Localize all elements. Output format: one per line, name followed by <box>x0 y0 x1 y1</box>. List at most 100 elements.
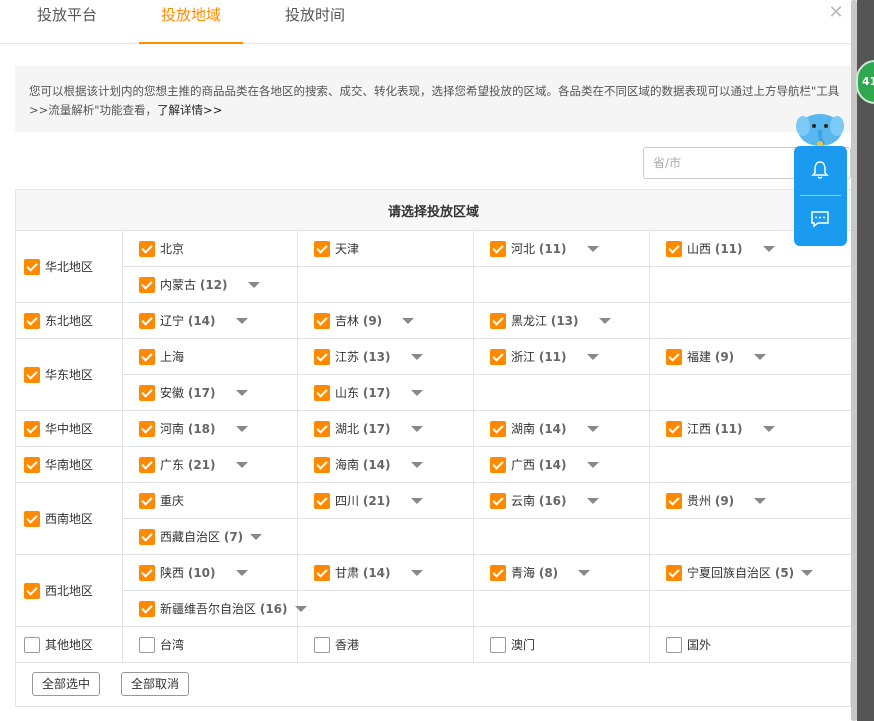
province-checkbox[interactable] <box>139 564 155 581</box>
region-checkbox[interactable] <box>24 420 40 437</box>
province-checkbox[interactable] <box>314 384 330 401</box>
province-checkbox[interactable] <box>314 312 330 329</box>
chevron-down-icon[interactable] <box>235 317 248 324</box>
province-checkbox[interactable] <box>314 240 330 257</box>
province-label: 澳门 <box>511 638 536 652</box>
chevron-down-icon[interactable] <box>402 317 415 324</box>
chevron-down-icon[interactable] <box>586 245 599 252</box>
province-checkbox[interactable] <box>314 420 330 437</box>
province-checkbox[interactable] <box>314 564 330 581</box>
chevron-down-icon[interactable] <box>578 569 591 576</box>
chevron-down-icon[interactable] <box>410 425 423 432</box>
region-checkbox[interactable] <box>24 636 40 653</box>
province-checkbox[interactable] <box>139 528 155 545</box>
province-cell: 湖南 (14) <box>473 410 650 447</box>
chevron-down-icon[interactable] <box>410 497 423 504</box>
province-checkbox[interactable] <box>139 636 155 653</box>
city-count: (13) <box>550 314 579 328</box>
region-checkbox[interactable] <box>24 258 40 275</box>
province-checkbox[interactable] <box>139 276 155 293</box>
empty-cell <box>473 518 650 555</box>
province-checkbox[interactable] <box>666 240 682 257</box>
region-checkbox[interactable] <box>24 312 40 329</box>
province-checkbox[interactable] <box>666 636 682 653</box>
chevron-down-icon[interactable] <box>235 461 248 468</box>
region-checkbox[interactable] <box>24 582 40 599</box>
tab-region[interactable]: 投放地域 <box>139 0 243 44</box>
province-checkbox[interactable] <box>314 492 330 509</box>
chevron-down-icon[interactable] <box>586 353 599 360</box>
city-count: (5) <box>774 566 795 580</box>
city-count: (14) <box>538 422 567 436</box>
city-count: (9) <box>714 494 735 508</box>
province-checkbox[interactable] <box>666 420 682 437</box>
region-checkbox[interactable] <box>24 366 40 383</box>
chevron-down-icon[interactable] <box>754 353 767 360</box>
province-checkbox[interactable] <box>490 636 506 653</box>
chevron-down-icon[interactable] <box>247 281 260 288</box>
city-count: (14) <box>187 314 216 328</box>
learn-more-link[interactable]: 了解详情>> <box>157 103 222 117</box>
chevron-down-icon[interactable] <box>598 317 611 324</box>
province-checkbox[interactable] <box>666 492 682 509</box>
select-all-button[interactable]: 全部选中 <box>32 672 101 696</box>
chevron-down-icon[interactable] <box>586 497 599 504</box>
close-icon[interactable]: ✕ <box>826 3 846 23</box>
city-count: (12) <box>199 278 228 292</box>
province-checkbox[interactable] <box>314 636 330 653</box>
chevron-down-icon[interactable] <box>294 605 307 612</box>
chevron-down-icon[interactable] <box>235 389 248 396</box>
province-label: 吉林 (9) <box>335 314 383 328</box>
region-checkbox[interactable] <box>24 510 40 527</box>
chevron-down-icon[interactable] <box>250 533 263 540</box>
province-checkbox[interactable] <box>490 312 506 329</box>
province-checkbox[interactable] <box>139 420 155 437</box>
chevron-down-icon[interactable] <box>586 461 599 468</box>
chat-icon[interactable] <box>810 210 830 228</box>
province-checkbox[interactable] <box>666 564 682 581</box>
chevron-down-icon[interactable] <box>410 353 423 360</box>
province-checkbox[interactable] <box>139 492 155 509</box>
province-checkbox[interactable] <box>139 312 155 329</box>
province-checkbox[interactable] <box>490 420 506 437</box>
province-checkbox[interactable] <box>139 456 155 473</box>
tab-time[interactable]: 投放时间 <box>270 0 360 44</box>
empty-cell <box>473 374 650 411</box>
region-row: 华北地区 北京 天津 河北 (11) 山西 (11) <box>15 230 853 303</box>
region-cell: 华北地区 <box>15 230 123 303</box>
chevron-down-icon[interactable] <box>410 461 423 468</box>
chevron-down-icon[interactable] <box>410 389 423 396</box>
chevron-down-icon[interactable] <box>410 569 423 576</box>
province-checkbox[interactable] <box>490 240 506 257</box>
province-checkbox[interactable] <box>139 384 155 401</box>
chevron-down-icon[interactable] <box>235 569 248 576</box>
region-checkbox[interactable] <box>24 456 40 473</box>
province-checkbox[interactable] <box>666 348 682 365</box>
province-checkbox[interactable] <box>314 348 330 365</box>
province-label: 山西 (11) <box>687 242 743 256</box>
province-checkbox[interactable] <box>490 456 506 473</box>
province-checkbox[interactable] <box>490 348 506 365</box>
chevron-down-icon[interactable] <box>586 425 599 432</box>
province-cell: 安徽 (17) <box>122 374 298 411</box>
province-checkbox[interactable] <box>314 456 330 473</box>
province-checkbox[interactable] <box>139 600 155 617</box>
chevron-down-icon[interactable] <box>801 569 814 576</box>
province-checkbox[interactable] <box>490 564 506 581</box>
province-cell: 江苏 (13) <box>297 338 474 375</box>
chevron-down-icon[interactable] <box>762 425 775 432</box>
province-checkbox[interactable] <box>139 348 155 365</box>
deselect-all-button[interactable]: 全部取消 <box>121 672 190 696</box>
panel-divider <box>800 195 841 196</box>
province-checkbox[interactable] <box>139 240 155 257</box>
province-checkbox[interactable] <box>490 492 506 509</box>
bell-icon[interactable] <box>811 160 829 180</box>
region-cell: 西北地区 <box>15 554 123 627</box>
chevron-down-icon[interactable] <box>762 245 775 252</box>
province-label: 甘肃 (14) <box>335 566 391 580</box>
tab-platform[interactable]: 投放平台 <box>22 0 112 44</box>
chevron-down-icon[interactable] <box>235 425 248 432</box>
city-count: (18) <box>187 422 216 436</box>
province-cell: 广东 (21) <box>122 446 298 483</box>
chevron-down-icon[interactable] <box>754 497 767 504</box>
